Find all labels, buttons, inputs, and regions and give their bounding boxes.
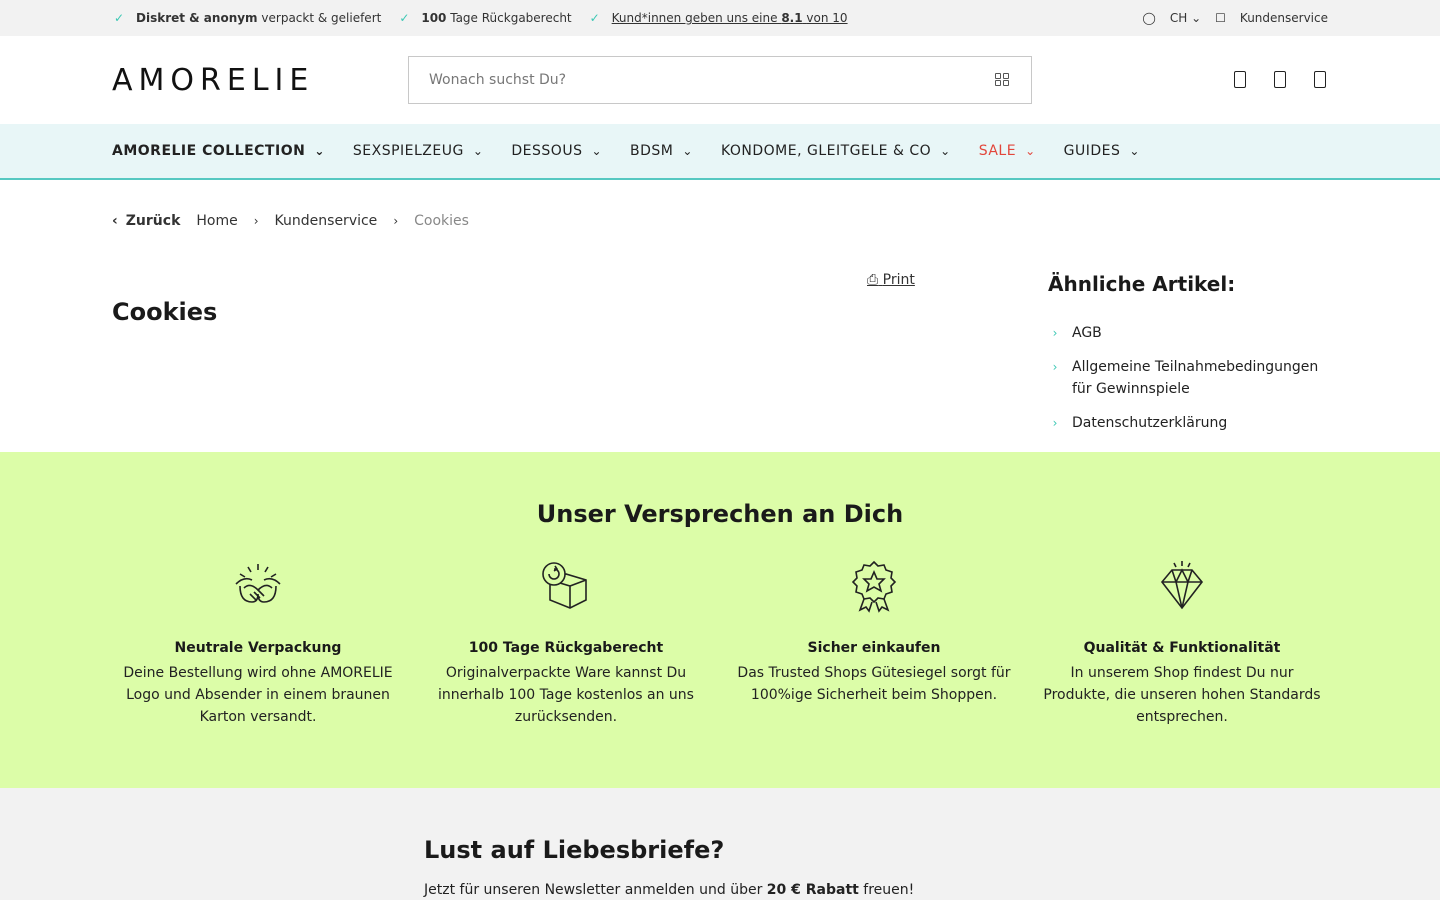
usp-discreet: ✓ Diskret & anonym verpackt & geliefert [112,11,381,25]
promise-item: 100 Tage Rückgaberecht Originalverpackte… [412,558,720,728]
wishlist-icon[interactable] [1272,68,1288,90]
chevron-down-icon: ⌄ [1025,144,1036,158]
globe-icon: ◯ [1142,11,1156,25]
chevron-down-icon: ⌄ [1191,11,1202,25]
promise-section: Unser Versprechen an Dich Neutrale Verpa… [0,452,1440,788]
breadcrumb-home[interactable]: Home [196,213,237,229]
country-selector[interactable]: CH ⌄ [1170,11,1201,25]
handshake-icon [235,564,281,603]
promise-item: Sicher einkaufen Das Trusted Shops Gütes… [720,558,1028,728]
nav-item-kondome[interactable]: KONDOME, GLEITGELE & CO ⌄ [721,143,951,159]
promise-item-text: Originalverpackte Ware kannst Du innerha… [438,665,694,725]
nav-item-bdsm[interactable]: BDSM ⌄ [630,143,693,159]
promise-item-text: Das Trusted Shops Gütesiegel sorgt für 1… [737,665,1011,703]
top-bar-right: ◯ CH ⌄ ☐ Kundenservice [1142,11,1328,25]
promise-item: Neutrale Verpackung Deine Bestellung wir… [104,558,412,728]
chevron-down-icon: ⌄ [314,144,325,158]
search-box [408,56,1032,104]
usp-rating[interactable]: ✓ Kund*innen geben uns eine 8.1 von 10 [588,11,848,25]
promise-item-title: Sicher einkaufen [807,640,941,656]
chevron-down-icon: ⌄ [591,144,603,158]
breadcrumb: ‹ Zurück Home › Kundenservice › Cookies [0,180,1440,262]
badge-star-icon [851,560,897,613]
related-articles: Ähnliche Artikel: › AGB › Allgemeine Teiln… [1048,272,1338,446]
rating-link[interactable]: Kund*innen geben uns eine 8.1 von 10 [612,11,848,25]
chevron-right-icon: › [393,214,399,228]
check-icon: ✓ [399,11,410,25]
chevron-left-icon: ‹ [112,213,118,229]
chevron-right-icon: › [1052,326,1058,340]
usp-text: Tage Rückgaberecht [450,11,572,25]
promise-title: Unser Versprechen an Dich [536,500,904,528]
search-icon[interactable] [995,73,1011,87]
promise-grid: Neutrale Verpackung Deine Bestellung wir… [0,558,1440,728]
promise-item-text: In unserem Shop findest Du nur Produkte,… [1043,665,1321,725]
chevron-down-icon: ⌄ [1129,144,1140,158]
newsletter-section: Lust auf Liebesbriefe? Jetzt für unseren… [0,788,1440,900]
promise-item-title: Neutrale Verpackung [174,640,342,656]
promise-item-title: Qualität & Funktionalität [1083,640,1281,656]
print-link[interactable]: ⎙ Print [867,272,915,288]
chevron-down-icon: ⌄ [682,144,693,158]
breadcrumb-current: Cookies [414,213,469,229]
cart-icon[interactable] [1312,68,1328,90]
chevron-right-icon: › [1052,360,1058,374]
box-return-icon [542,562,587,609]
check-icon: ✓ [589,11,600,25]
nav-item-sexspielzeug[interactable]: SEXSPIELZEUG ⌄ [353,143,484,159]
back-link[interactable]: ‹ Zurück [112,213,180,229]
promise-item-title: 100 Tage Rückgaberecht [468,640,664,656]
promise-item-text: Deine Bestellung wird ohne AMORELIE Logo… [123,665,393,725]
usp-bold: Diskret & anonym [136,11,258,25]
diamond-icon [1160,561,1204,610]
nav-item-guides[interactable]: GUIDES ⌄ [1064,143,1140,159]
phone-icon: ☐ [1215,11,1226,25]
usp-bold: 100 [421,11,447,25]
usp-list: ✓ Diskret & anonym verpackt & geliefert … [112,11,848,25]
related-item[interactable]: › Allgemeine Teilnahmebedingungen für Gew… [1048,356,1338,400]
chevron-down-icon: ⌄ [472,144,484,158]
account-icon[interactable] [1232,68,1248,90]
logo[interactable]: AMORELIE [112,63,408,98]
page-title: Cookies [112,298,218,326]
main-nav: AMORELIE COLLECTION ⌄ SEXSPIELZEUG ⌄ DESSO… [0,124,1440,180]
header-icons [1232,68,1328,90]
search-input[interactable] [429,72,995,88]
main-content: ⎙ Print Cookies Ähnliche Artikel: › AGB ›… [0,262,1440,452]
chevron-right-icon: › [253,214,259,228]
print-icon: ⎙ [867,272,879,288]
related-item[interactable]: › Datenschutzerklärung [1048,412,1338,434]
breadcrumb-kundenservice[interactable]: Kundenservice [275,213,378,229]
newsletter-text: Jetzt für unseren Newsletter anmelden un… [424,882,915,898]
customer-service-link[interactable]: Kundenservice [1240,11,1328,25]
nav-item-dessous[interactable]: DESSOUS ⌄ [511,143,602,159]
chevron-right-icon: › [1052,416,1058,430]
header: AMORELIE [0,36,1440,124]
top-bar: ✓ Diskret & anonym verpackt & geliefert … [0,0,1440,36]
promise-item: Qualität & Funktionalität In unserem Sho… [1028,558,1336,728]
check-icon: ✓ [113,11,125,25]
usp-text: verpackt & geliefert [261,11,382,25]
usp-return: ✓ 100 Tage Rückgaberecht [397,11,571,25]
newsletter-title: Lust auf Liebesbriefe? [424,836,725,864]
nav-item-collection[interactable]: AMORELIE COLLECTION ⌄ [112,143,325,159]
chevron-down-icon: ⌄ [940,144,951,158]
related-item[interactable]: › AGB [1048,322,1338,344]
related-title: Ähnliche Artikel: [1048,272,1236,296]
nav-item-sale[interactable]: SALE ⌄ [979,143,1036,159]
